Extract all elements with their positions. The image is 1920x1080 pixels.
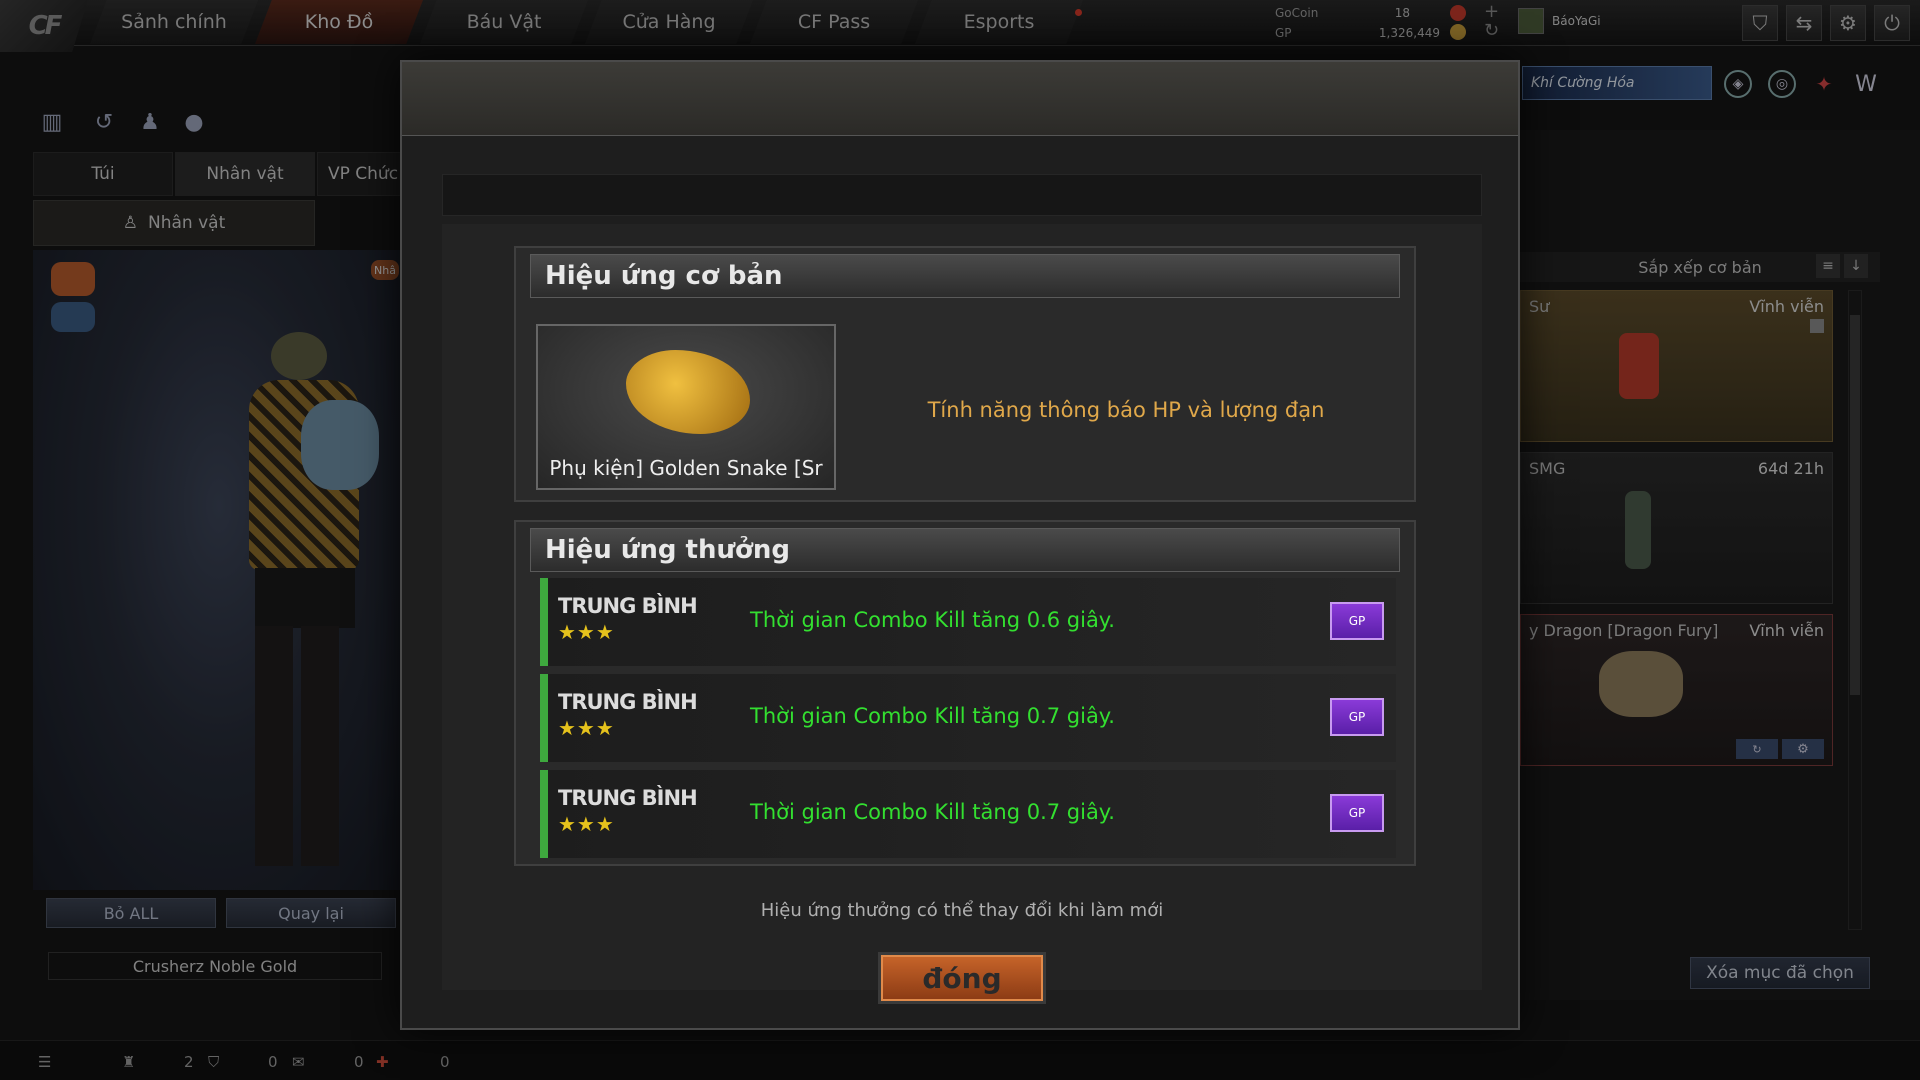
golden-snake-icon bbox=[626, 350, 750, 434]
effect-stars: ★★★ bbox=[558, 716, 615, 740]
close-button[interactable]: đóng bbox=[878, 952, 1046, 1004]
dialog-subheader bbox=[442, 174, 1482, 216]
refresh-effect-button[interactable]: GP bbox=[1330, 794, 1384, 832]
bonus-effect-row: TRUNG BÌNH ★★★ Thời gian Combo Kill tăng… bbox=[540, 770, 1396, 858]
basic-effect-text: Tính năng thông báo HP và lượng đạn bbox=[927, 398, 1325, 422]
effect-description: Thời gian Combo Kill tăng 0.7 giây. bbox=[750, 704, 1115, 728]
effect-tier: TRUNG BÌNH bbox=[558, 594, 698, 618]
effect-description: Thời gian Combo Kill tăng 0.7 giây. bbox=[750, 800, 1115, 824]
effect-tier: TRUNG BÌNH bbox=[558, 690, 698, 714]
item-preview: Phụ kiện] Golden Snake [Sr bbox=[536, 324, 836, 490]
refresh-effect-button[interactable]: GP bbox=[1330, 602, 1384, 640]
refresh-gp-label: GP bbox=[1348, 614, 1366, 628]
effect-description: Thời gian Combo Kill tăng 0.6 giây. bbox=[750, 608, 1115, 632]
basic-effect-title: Hiệu ứng cơ bản bbox=[530, 254, 1400, 298]
dialog-content: Hiệu ứng cơ bản Phụ kiện] Golden Snake [… bbox=[442, 224, 1482, 990]
refresh-effect-button[interactable]: GP bbox=[1330, 698, 1384, 736]
bonus-effect-row: TRUNG BÌNH ★★★ Thời gian Combo Kill tăng… bbox=[540, 674, 1396, 762]
item-name: Phụ kiện] Golden Snake [Sr bbox=[549, 456, 823, 480]
effect-tier: TRUNG BÌNH bbox=[558, 786, 698, 810]
refresh-gp-label: GP bbox=[1348, 710, 1366, 724]
bonus-effect-row: TRUNG BÌNH ★★★ Thời gian Combo Kill tăng… bbox=[540, 578, 1396, 666]
basic-effect-section: Hiệu ứng cơ bản Phụ kiện] Golden Snake [… bbox=[514, 246, 1416, 502]
bonus-effect-title: Hiệu ứng thưởng bbox=[530, 528, 1400, 572]
effect-stars: ★★★ bbox=[558, 620, 615, 644]
item-effects-dialog: Hiệu ứng cơ bản Phụ kiện] Golden Snake [… bbox=[400, 60, 1520, 1030]
effect-stars: ★★★ bbox=[558, 812, 615, 836]
refresh-gp-label: GP bbox=[1348, 806, 1366, 820]
bonus-effect-section: Hiệu ứng thưởng TRUNG BÌNH ★★★ Thời gian… bbox=[514, 520, 1416, 866]
bonus-effect-note: Hiệu ứng thưởng có thể thay đổi khi làm … bbox=[760, 900, 1164, 921]
dialog-header bbox=[402, 62, 1518, 136]
